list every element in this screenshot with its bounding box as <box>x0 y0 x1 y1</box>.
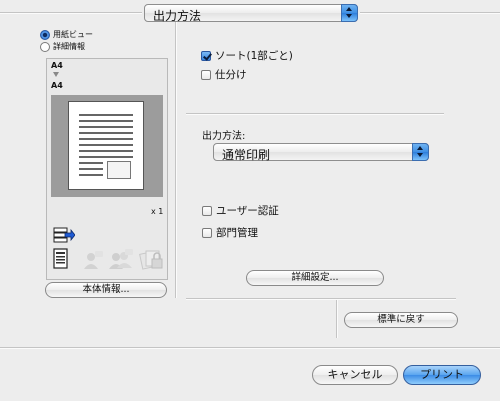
popup-arrows-icon <box>341 4 358 22</box>
radio-paper-view[interactable]: 用紙ビュー <box>40 29 93 40</box>
radio-paper-view-label: 用紙ビュー <box>53 30 93 39</box>
paper-sheet-preview <box>68 101 144 190</box>
checkbox-checked-icon <box>201 50 211 61</box>
output-tray-icon <box>53 227 75 243</box>
arrow-down-icon <box>53 72 59 77</box>
top-divider-left <box>0 12 142 14</box>
radio-detail-info-label: 詳細情報 <box>53 42 85 51</box>
print-button[interactable]: プリント <box>403 365 481 385</box>
user-auth-icon <box>84 251 103 269</box>
device-info-button[interactable]: 本体情報... <box>45 282 167 298</box>
lower-divider <box>186 298 456 300</box>
output-method-value: 通常印刷 <box>222 148 271 162</box>
radio-selected-icon <box>40 29 50 40</box>
copies-count: x 1 <box>151 207 164 216</box>
top-divider-right <box>360 12 500 14</box>
locked-job-icon <box>139 250 163 270</box>
radio-unselected-icon <box>40 41 50 52</box>
sort-label: ソート(1部ごと) <box>215 50 293 62</box>
checkbox-unchecked-icon <box>201 69 211 80</box>
footer-divider <box>0 347 500 349</box>
paper-to: A4 <box>51 81 63 90</box>
output-method-label: 出力方法: <box>202 131 246 142</box>
lower-vertical-divider <box>336 300 338 338</box>
offset-checkbox[interactable]: 仕分け <box>201 67 247 82</box>
paper-from: A4 <box>51 61 63 70</box>
offset-label: 仕分け <box>215 69 247 81</box>
sort-checkbox[interactable]: ソート(1部ごと) <box>201 48 293 63</box>
output-popup[interactable]: 出力方法 <box>144 4 358 23</box>
restore-defaults-button[interactable]: 標準に戻す <box>344 312 458 328</box>
user-auth-checkbox[interactable]: ユーザー認証 <box>202 203 279 218</box>
checkbox-unchecked-icon <box>202 227 212 238</box>
output-popup-label: 出力方法 <box>153 9 202 23</box>
user-auth-label: ユーザー認証 <box>216 205 279 217</box>
options-divider <box>186 113 444 115</box>
account-track-label: 部門管理 <box>216 227 258 239</box>
account-track-checkbox[interactable]: 部門管理 <box>202 225 258 240</box>
panel-divider <box>175 22 177 298</box>
output-method-select[interactable]: 通常印刷 <box>213 143 429 162</box>
popup-arrows-icon <box>412 143 429 161</box>
cancel-button[interactable]: キャンセル <box>312 365 398 385</box>
detail-settings-button[interactable]: 詳細設定... <box>246 270 384 286</box>
radio-detail-info[interactable]: 詳細情報 <box>40 41 85 52</box>
document-icon <box>53 248 68 269</box>
account-track-icon <box>109 249 133 269</box>
checkbox-unchecked-icon <box>202 205 212 216</box>
